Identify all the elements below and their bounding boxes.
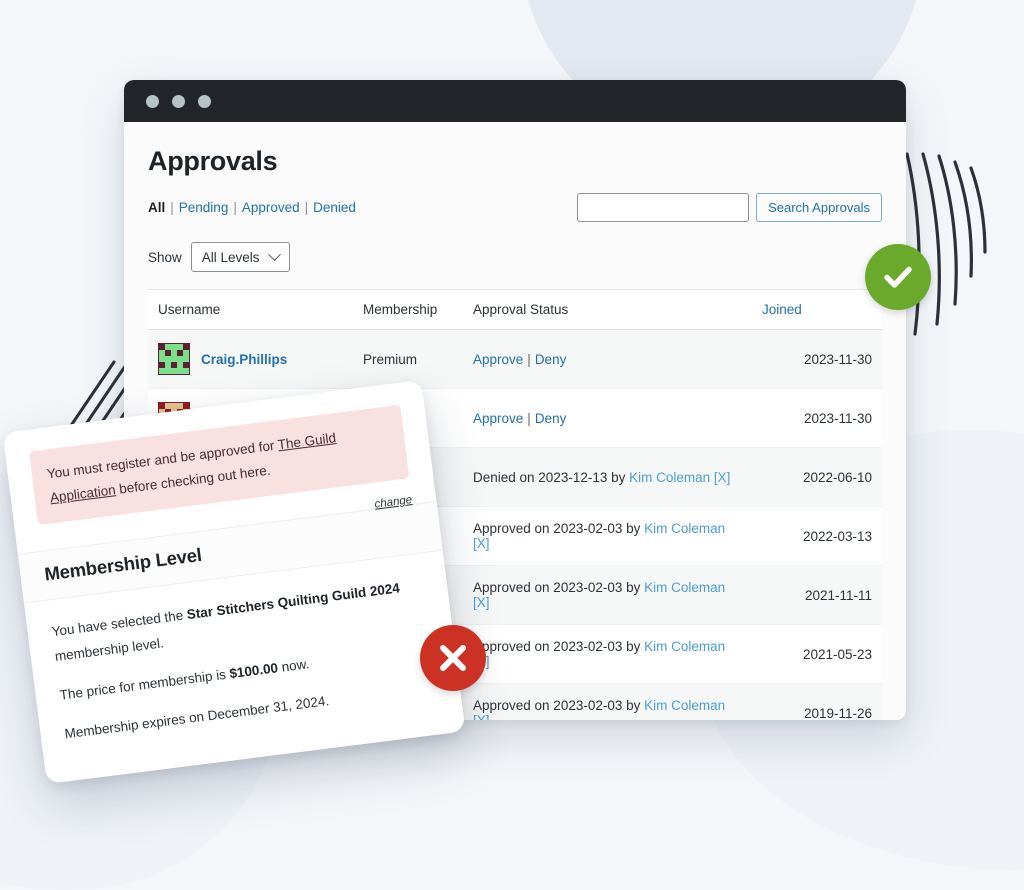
cell-membership: Premium [353, 330, 463, 389]
status-actor-link[interactable]: Kim Coleman [644, 698, 725, 713]
table-head: Username Membership Approval Status Join… [148, 290, 882, 330]
cell-approval-status: Approve | Deny [463, 389, 752, 448]
table-row: Craig.Phillips Premium Approve | Deny 2023-11… [148, 330, 882, 389]
cell-joined: 2023-11-30 [752, 389, 882, 448]
action-separator: | [527, 411, 531, 426]
cell-joined: 2019-11-26 [752, 684, 882, 721]
filter-separator-1: | [170, 200, 174, 215]
selected-level-name: Star Stitchers Quilting Guild 2024 [186, 581, 401, 623]
cell-joined: 2022-06-10 [752, 448, 882, 507]
joined-date: 2023-11-30 [804, 411, 872, 426]
price-suffix: now. [277, 656, 310, 675]
cell-approval-status: Approve | Deny [463, 330, 752, 389]
column-header-username: Username [148, 290, 353, 330]
window-titlebar [124, 80, 906, 122]
joined-date: 2022-03-13 [803, 529, 872, 544]
filter-separator-2: | [233, 200, 237, 215]
user-cell: Craig.Phillips [158, 343, 343, 375]
filter-link-all[interactable]: All [148, 200, 165, 215]
level-select-value: All Levels [202, 250, 260, 265]
cell-approval-status: Approved on 2023-02-03 by Kim Coleman [X… [463, 684, 752, 721]
deny-link[interactable]: Deny [535, 411, 567, 426]
remove-status-link[interactable]: [X] [473, 595, 490, 610]
status-text: Denied on 2023-12-13 by Kim Coleman [X] [473, 470, 730, 485]
filter-and-search-row: All | Pending | Approved | Denied Search Appro… [148, 193, 882, 222]
status-filter-links: All | Pending | Approved | Denied [148, 193, 356, 215]
status-actor-link[interactable]: Kim Coleman [644, 580, 725, 595]
username-link[interactable]: Craig.Phillips [201, 352, 287, 367]
sort-by-joined-link[interactable]: Joined [762, 302, 802, 317]
column-header-approval-status: Approval Status [463, 290, 752, 330]
avatar [158, 343, 190, 375]
show-label: Show [148, 250, 182, 265]
remove-status-link[interactable]: [X] [714, 470, 731, 485]
status-text: Approved on 2023-02-03 by Kim Coleman [X… [473, 639, 725, 669]
level-select[interactable]: All Levels [191, 242, 290, 272]
change-level-link[interactable]: change [374, 494, 413, 511]
page-title: Approvals [148, 146, 882, 177]
selected-level-suffix: membership level. [54, 636, 165, 665]
search-approvals-button[interactable]: Search Approvals [756, 193, 882, 222]
window-close-dot[interactable] [146, 95, 159, 108]
cell-joined: 2021-05-23 [752, 625, 882, 684]
cell-approval-status: Denied on 2023-12-13 by Kim Coleman [X] [463, 448, 752, 507]
cell-joined: 2021-11-11 [752, 566, 882, 625]
check-circle-icon [865, 244, 931, 310]
deny-link[interactable]: Deny [535, 352, 567, 367]
cell-joined: 2022-03-13 [752, 507, 882, 566]
chevron-down-icon [268, 248, 281, 261]
approve-link[interactable]: Approve [473, 352, 523, 367]
cell-approval-status: Approved on 2023-02-03 by Kim Coleman [X… [463, 507, 752, 566]
joined-date: 2021-11-11 [805, 588, 872, 603]
status-actor-link[interactable]: Kim Coleman [629, 470, 710, 485]
approve-link[interactable]: Approve [473, 411, 523, 426]
joined-date: 2019-11-26 [804, 706, 872, 721]
joined-date: 2021-05-23 [803, 647, 872, 662]
status-actor-link[interactable]: Kim Coleman [644, 521, 725, 536]
x-circle-icon [420, 625, 486, 691]
filter-link-denied[interactable]: Denied [313, 200, 356, 215]
selected-level-prefix: You have selected the [51, 607, 188, 639]
table-header-row: Username Membership Approval Status Join… [148, 290, 882, 330]
search-input[interactable] [577, 193, 749, 222]
search-area: Search Approvals [577, 193, 882, 222]
price-amount: $100.00 [229, 660, 279, 681]
status-text: Approved on 2023-02-03 by Kim Coleman [X… [473, 521, 725, 551]
status-text: Approved on 2023-02-03 by Kim Coleman [X… [473, 580, 725, 610]
remove-status-link[interactable]: [X] [473, 536, 490, 551]
window-minimize-dot[interactable] [172, 95, 185, 108]
price-prefix: The price for membership is [59, 667, 231, 703]
status-text: Approved on 2023-02-03 by Kim Coleman [X… [473, 698, 725, 720]
cell-username: Craig.Phillips [148, 330, 353, 389]
filter-link-approved[interactable]: Approved [242, 200, 300, 215]
level-filter-row: Show All Levels [148, 242, 882, 272]
registration-required-notice: You must register and be approved for Th… [29, 405, 409, 526]
checkout-membership-card: You must register and be approved for Th… [2, 380, 465, 784]
status-actor-link[interactable]: Kim Coleman [644, 639, 725, 654]
joined-date: 2022-06-10 [803, 470, 872, 485]
column-header-joined: Joined [752, 290, 882, 330]
column-header-membership: Membership [353, 290, 463, 330]
remove-status-link[interactable]: [X] [473, 713, 490, 720]
filter-separator-3: | [305, 200, 309, 215]
filter-link-pending[interactable]: Pending [179, 200, 229, 215]
cell-approval-status: Approved on 2023-02-03 by Kim Coleman [X… [463, 566, 752, 625]
joined-date: 2023-11-30 [804, 352, 872, 367]
cell-joined: 2023-11-30 [752, 330, 882, 389]
action-separator: | [527, 352, 531, 367]
cell-approval-status: Approved on 2023-02-03 by Kim Coleman [X… [463, 625, 752, 684]
window-maximize-dot[interactable] [198, 95, 211, 108]
